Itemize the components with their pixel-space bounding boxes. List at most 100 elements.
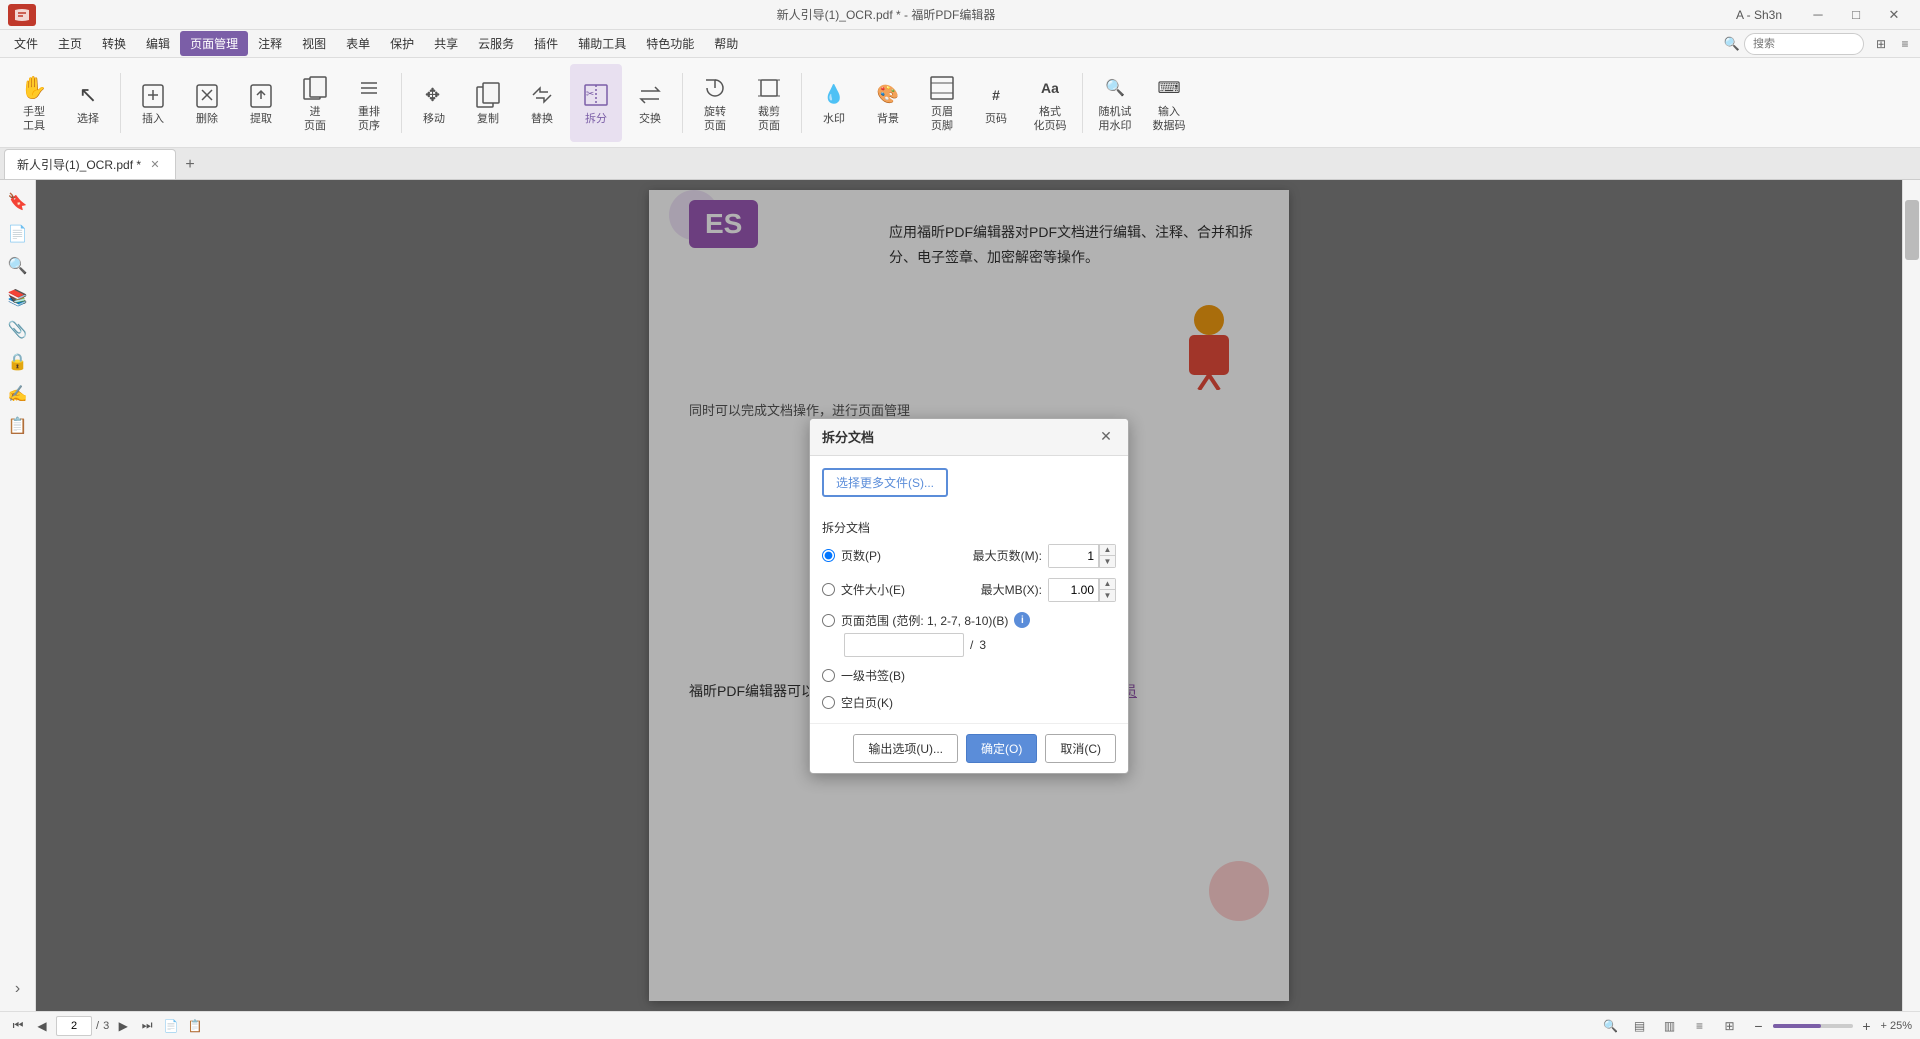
ok-button[interactable]: 确定(O) — [966, 734, 1037, 763]
maximize-button[interactable]: □ — [1838, 0, 1874, 30]
sidebar-icon-search[interactable]: 🔍 — [4, 252, 32, 280]
menu-convert[interactable]: 转换 — [92, 31, 136, 56]
info-icon[interactable]: i — [1014, 612, 1030, 628]
spinbox-up-mb[interactable]: ▲ — [1099, 579, 1115, 590]
view-grid-button[interactable]: ⊞ — [1719, 1015, 1741, 1037]
select-tool-button[interactable]: ↖ 选择 — [62, 64, 114, 142]
minimize-button[interactable]: ─ — [1800, 0, 1836, 30]
menu-help[interactable]: 帮助 — [704, 31, 748, 56]
tab-add-button[interactable]: + — [176, 151, 204, 179]
radio-page[interactable] — [822, 549, 835, 562]
first-page-button[interactable]: ⏮ — [8, 1016, 28, 1036]
spinbox-up-pages[interactable]: ▲ — [1099, 545, 1115, 556]
split-button[interactable]: ✂ 拆分 — [570, 64, 622, 142]
reorder-button[interactable]: 重排页序 — [343, 64, 395, 142]
radio-filesize-label[interactable]: 文件大小(E) — [841, 581, 905, 598]
view-double-button[interactable]: ▥ — [1659, 1015, 1681, 1037]
crop-button[interactable]: 裁剪页面 — [743, 64, 795, 142]
cancel-button[interactable]: 取消(C) — [1045, 734, 1116, 763]
view-single-button[interactable]: ▤ — [1629, 1015, 1651, 1037]
output-options-button[interactable]: 输出选项(U)... — [853, 734, 958, 763]
move-button[interactable]: ✥ 移动 — [408, 64, 460, 142]
spinbox-down-pages[interactable]: ▼ — [1099, 556, 1115, 567]
sidebar-expand-button[interactable]: › — [4, 975, 32, 1003]
tab-main[interactable]: 新人引导(1)_OCR.pdf * ✕ — [4, 149, 176, 179]
menu-home[interactable]: 主页 — [48, 31, 92, 56]
sidebar-icon-pages[interactable]: 📄 — [4, 220, 32, 248]
radio-filesize[interactable] — [822, 583, 835, 596]
radio-page-label[interactable]: 页数(P) — [841, 547, 881, 564]
search-input[interactable] — [1744, 33, 1864, 55]
copy-button[interactable]: 复制 — [462, 64, 514, 142]
menu-form[interactable]: 表单 — [336, 31, 380, 56]
sidebar-icon-sign[interactable]: ✍ — [4, 380, 32, 408]
page-layout-button[interactable]: 📋 — [185, 1016, 205, 1036]
menu-view[interactable]: 视图 — [292, 31, 336, 56]
replace-button[interactable]: 替换 — [516, 64, 568, 142]
insert-button[interactable]: 插入 — [127, 64, 179, 142]
grid-view-button[interactable]: ⊞ — [1870, 33, 1892, 55]
sidebar-icon-security[interactable]: 🔒 — [4, 348, 32, 376]
zoom-slider[interactable] — [1773, 1024, 1853, 1028]
last-page-button[interactable]: ⏭ — [137, 1016, 157, 1036]
input-button[interactable]: ⌨ 输入数据码 — [1143, 64, 1195, 142]
dialog-close-button[interactable]: ✕ — [1096, 427, 1116, 447]
next-page-button[interactable]: ▶ — [113, 1016, 133, 1036]
menu-assist[interactable]: 辅助工具 — [568, 31, 636, 56]
radio-pagerange-label[interactable]: 页面范围 (范例: 1, 2-7, 8-10)(B) — [841, 612, 1008, 629]
right-sidebar — [1902, 180, 1920, 1011]
menu-feature[interactable]: 特色功能 — [636, 31, 704, 56]
select-files-button[interactable]: 选择更多文件(S)... — [822, 468, 948, 497]
radio-pagerange[interactable] — [822, 614, 835, 627]
max-mb-input[interactable]: 1.00 — [1049, 579, 1099, 601]
forward-button[interactable]: 进页面 — [289, 64, 341, 142]
hand-tool-button[interactable]: ✋ 手型工具 — [8, 64, 60, 142]
swap-button[interactable]: 交换 — [624, 64, 676, 142]
app-logo — [8, 4, 36, 26]
prev-page-button[interactable]: ◀ — [32, 1016, 52, 1036]
close-button[interactable]: ✕ — [1876, 0, 1912, 30]
radio-bookmark-label[interactable]: 一级书签(B) — [841, 667, 905, 684]
extract-button[interactable]: 提取 — [235, 64, 287, 142]
rotate-button[interactable]: 旋转页面 — [689, 64, 741, 142]
zoom-out-button[interactable]: − — [1749, 1016, 1769, 1036]
tab-close-button[interactable]: ✕ — [147, 157, 163, 173]
pagenumber-label: 页码 — [985, 113, 1007, 126]
pagenumber-button[interactable]: # 页码 — [970, 64, 1022, 142]
page-thumbnail-button[interactable]: 📄 — [161, 1016, 181, 1036]
list-view-button[interactable]: ≡ — [1894, 33, 1916, 55]
menu-protect[interactable]: 保护 — [380, 31, 424, 56]
max-pages-input[interactable]: 1 — [1049, 545, 1099, 567]
radio-row-pagerange-container: 页面范围 (范例: 1, 2-7, 8-10)(B) i / 3 — [822, 612, 1116, 657]
zoom-fit-button[interactable]: 🔍 — [1601, 1016, 1621, 1036]
radio-bookmark[interactable] — [822, 669, 835, 682]
format-button[interactable]: Aa 格式化页码 — [1024, 64, 1076, 142]
sidebar-icon-bookmark[interactable]: 🔖 — [4, 188, 32, 216]
watermark-button[interactable]: 💧 水印 — [808, 64, 860, 142]
sidebar-icon-attach[interactable]: 📎 — [4, 316, 32, 344]
zoom-in-button[interactable]: + — [1857, 1016, 1877, 1036]
menu-plugin[interactable]: 插件 — [524, 31, 568, 56]
view-scroll-button[interactable]: ≡ — [1689, 1015, 1711, 1037]
delete-button[interactable]: 删除 — [181, 64, 233, 142]
spinbox-down-mb[interactable]: ▼ — [1099, 590, 1115, 601]
watermark-label: 水印 — [823, 113, 845, 126]
menu-pagemanage[interactable]: 页面管理 — [180, 31, 248, 56]
radio-blank-label[interactable]: 空白页(K) — [841, 694, 893, 711]
background-button[interactable]: 🎨 背景 — [862, 64, 914, 142]
sidebar-icon-layers[interactable]: 📚 — [4, 284, 32, 312]
header-button[interactable]: 页眉页脚 — [916, 64, 968, 142]
move-label: 移动 — [423, 113, 445, 126]
spinbox-arrows-mb: ▲ ▼ — [1099, 579, 1115, 601]
radio-blank[interactable] — [822, 696, 835, 709]
menu-edit[interactable]: 编辑 — [136, 31, 180, 56]
menu-file[interactable]: 文件 — [4, 31, 48, 56]
menu-cloud[interactable]: 云服务 — [468, 31, 524, 56]
menu-comment[interactable]: 注释 — [248, 31, 292, 56]
ocr-button[interactable]: 🔍 随机试用水印 — [1089, 64, 1141, 142]
current-page-input[interactable] — [56, 1016, 92, 1036]
menu-share[interactable]: 共享 — [424, 31, 468, 56]
page-range-input[interactable] — [844, 633, 964, 657]
swap-icon — [634, 79, 666, 111]
sidebar-icon-forms[interactable]: 📋 — [4, 412, 32, 440]
